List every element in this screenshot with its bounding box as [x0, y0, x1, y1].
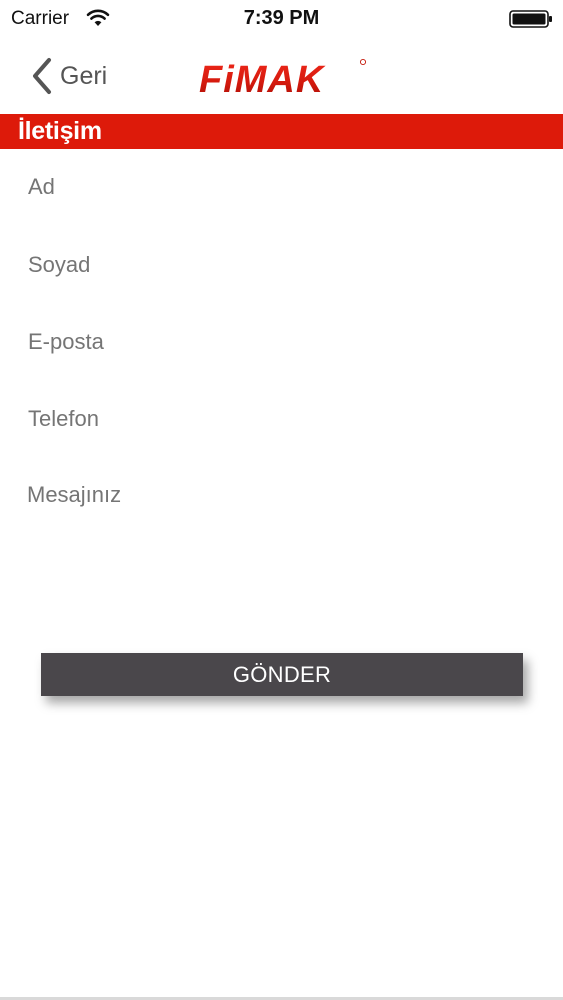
status-bar: Carrier 7:39 PM	[0, 0, 563, 38]
status-time: 7:39 PM	[243, 7, 320, 29]
send-button[interactable]: GÖNDER	[41, 653, 523, 696]
email-input[interactable]	[0, 312, 563, 372]
message-textarea[interactable]	[0, 470, 563, 610]
phone-input[interactable]	[0, 389, 563, 449]
name-input[interactable]	[0, 157, 563, 217]
surname-input[interactable]	[0, 235, 563, 295]
navigation-bar: Geri FiMAK	[0, 38, 563, 114]
section-title: İletişim	[18, 117, 102, 145]
contact-screen: Carrier 7:39 PM Geri FiMAK İletişim Ad S…	[0, 0, 563, 1000]
section-header: İletişim	[0, 114, 563, 149]
battery-icon	[509, 10, 552, 28]
chevron-left-icon	[33, 58, 51, 94]
logo-wordmark: FiMAK	[199, 59, 326, 98]
back-button[interactable]: Geri	[30, 56, 107, 96]
back-label: Geri	[60, 61, 108, 90]
fimak-logo: FiMAK	[199, 58, 367, 98]
